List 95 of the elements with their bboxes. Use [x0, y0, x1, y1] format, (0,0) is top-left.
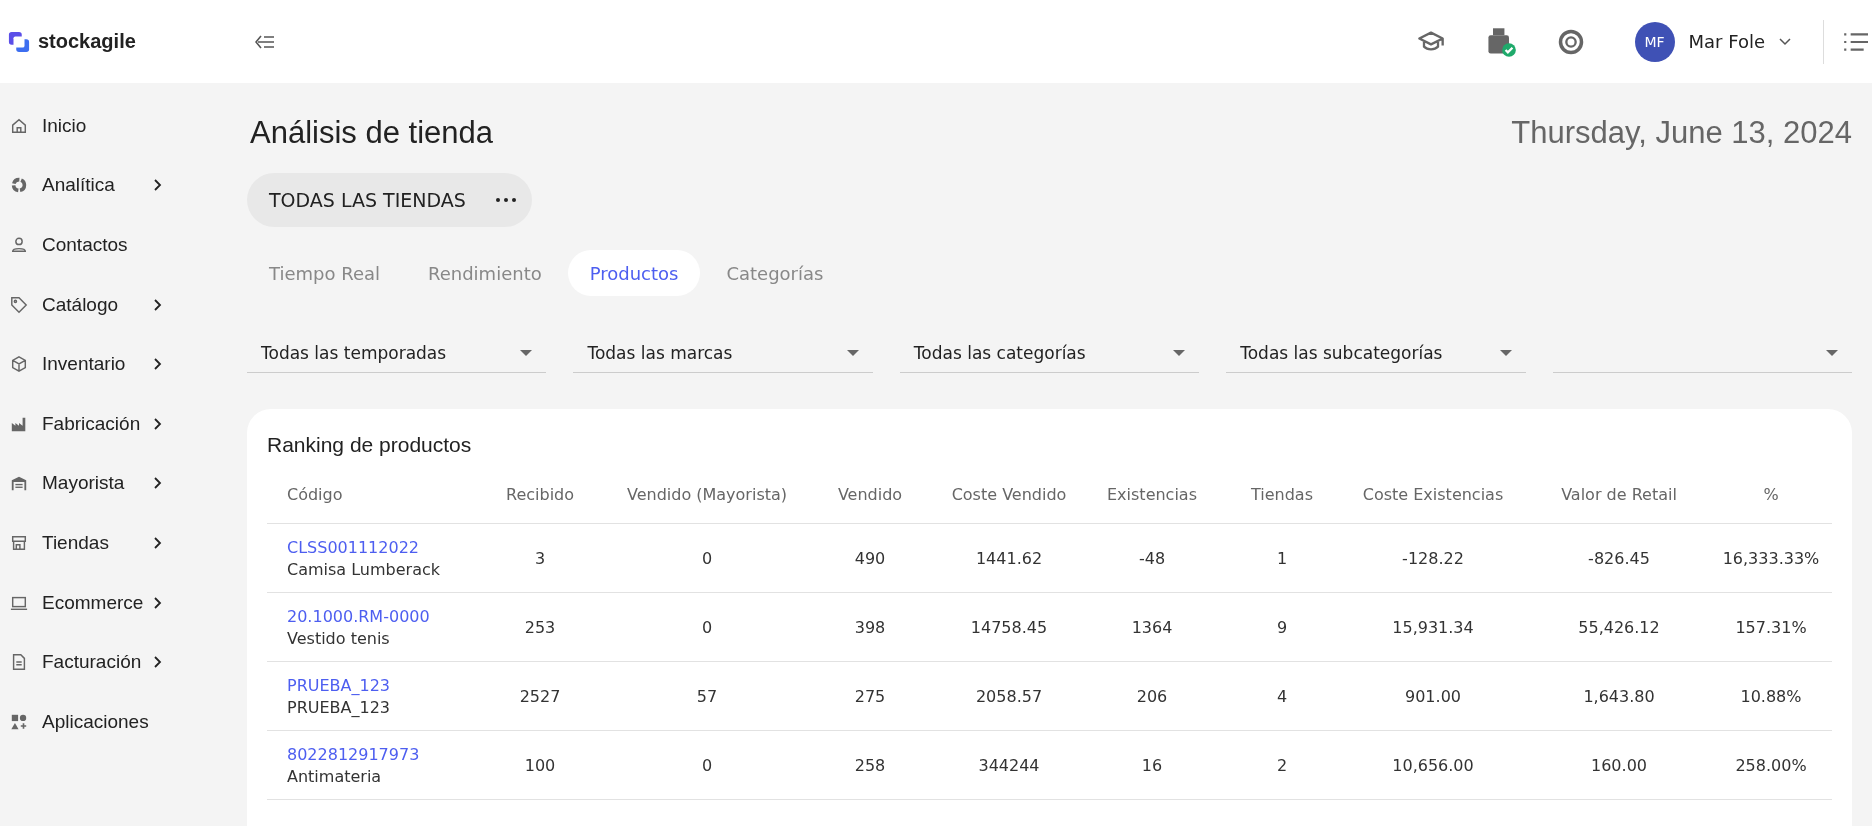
product-name: Vestido tenis [287, 628, 390, 648]
table-cell-text: 206 [1135, 686, 1169, 706]
column-header: Coste Vendido [950, 485, 1068, 504]
filter-dropdown[interactable]: Todas las categorías [899, 334, 1200, 373]
table-cell-text: -826.45 [1587, 548, 1651, 568]
table-cell-text: -128.22 [1401, 548, 1465, 568]
table-cell-text: 275 [853, 686, 887, 706]
table-cell-text: 2058.57 [974, 686, 1044, 706]
sidebar-item[interactable]: Analítica [0, 155, 245, 216]
column-header: Vendido [836, 485, 904, 504]
table-cell-text: -48 [1137, 548, 1167, 568]
table-cell-text: 157.31% [1734, 617, 1808, 637]
sidebar-item[interactable]: Inventario [0, 334, 245, 394]
table-cell-text: 0 [700, 548, 714, 568]
table-cell-text: 2 [1275, 755, 1289, 775]
collapse-menu-icon[interactable] [255, 34, 275, 49]
sidebar-item[interactable]: Mayorista [0, 453, 245, 514]
table-cell-text: 100 [523, 755, 557, 775]
table-cell-text: 160.00 [1590, 755, 1648, 775]
table-cell-text: 0 [700, 617, 714, 637]
filter-dropdown[interactable]: Todas las temporadas [247, 334, 547, 373]
table-cell-text: 10.88% [1739, 686, 1803, 706]
table-cell-text: 16,333.33% [1721, 548, 1821, 568]
column-header: % [1762, 485, 1780, 504]
filter-dropdown[interactable]: Todas las subcategorías [1226, 334, 1526, 373]
table-cell-text: 55,426.12 [1577, 617, 1661, 637]
product-code-link[interactable]: 20.1000.RM-0000 [287, 606, 430, 626]
warehouse-icon [10, 474, 28, 493]
sidebar-item[interactable]: Ecommerce [0, 572, 245, 633]
document-icon [10, 653, 28, 672]
dropdown-caret-icon [1826, 350, 1839, 356]
table-cell-text: 15,931.34 [1391, 617, 1475, 637]
table-cell-text: 4 [1275, 686, 1289, 706]
table-cell-text: 0 [700, 755, 714, 775]
dropdown-caret-icon [1173, 350, 1186, 356]
table-cell-text: 1,643.80 [1582, 686, 1656, 706]
column-header: Existencias [1106, 485, 1198, 504]
dropdown-caret-icon [1499, 350, 1512, 356]
column-header: Tiendas [1250, 485, 1314, 504]
store-selector[interactable]: TODAS LAS TIENDAS [247, 173, 532, 227]
column-header: Valor de Retail [1560, 485, 1678, 504]
page-title: Análisis de tienda [250, 115, 493, 151]
logo-icon [8, 30, 30, 53]
sidebar-item[interactable]: Inicio [0, 96, 245, 156]
product-code-link[interactable]: CLSS001112022 [287, 537, 419, 557]
table-cell-text: 1 [1275, 548, 1289, 568]
table-cell-text: 344244 [977, 755, 1041, 775]
table-cell-text: 258 [853, 755, 887, 775]
tag-icon [10, 295, 28, 314]
card-title: Ranking de productos [267, 433, 473, 457]
product-name: Camisa Lumberack [287, 559, 441, 579]
column-header: Código [286, 485, 344, 504]
tab[interactable]: Productos [567, 250, 701, 296]
table-cell-text: 9 [1275, 617, 1289, 637]
table-cell-text: 901.00 [1404, 686, 1462, 706]
table-cell-text: 1441.62 [974, 548, 1044, 568]
table-cell-text: 398 [853, 617, 887, 637]
sidebar-item[interactable]: Fabricación [0, 393, 245, 454]
sidebar-item[interactable]: Catálogo [0, 274, 245, 335]
storefront-icon [10, 533, 28, 552]
chevron-down-icon[interactable] [1779, 37, 1791, 46]
table-cell-text: 57 [695, 686, 719, 706]
table-cell-text: 2527 [518, 686, 562, 706]
column-header: Recibido [505, 485, 575, 504]
more-options-icon[interactable] [495, 198, 516, 202]
donut-chart-icon [10, 176, 28, 195]
sidebar-item[interactable]: Contactos [0, 215, 245, 275]
house-icon [10, 116, 28, 135]
product-name: Antimateria [287, 766, 382, 786]
table-cell-text: 258.00% [1734, 755, 1808, 775]
table-cell-text: 1364 [1130, 617, 1174, 637]
table-cell-text: 490 [853, 548, 887, 568]
table-cell-text: 16 [1140, 755, 1164, 775]
user-name[interactable]: Mar Fole [1688, 31, 1765, 52]
table-cell-text: 3 [533, 548, 547, 568]
column-header: Coste Existencias [1361, 485, 1505, 504]
table-cell-text: 10,656.00 [1391, 755, 1475, 775]
product-code-link[interactable]: 8022812917973 [287, 744, 420, 764]
table-cell-text: 253 [523, 617, 557, 637]
brand-name: stockagile [38, 30, 136, 53]
shapes-icon [10, 712, 28, 731]
filter-dropdown[interactable]: Todas las marcas [573, 334, 873, 373]
sidebar-item[interactable]: Facturación [0, 632, 245, 692]
sidebar-item[interactable]: Aplicaciones [0, 691, 245, 752]
product-code-link[interactable]: PRUEBA_123 [287, 675, 391, 695]
dropdown-caret-icon [846, 350, 859, 356]
table-cell-text: 14758.45 [969, 617, 1049, 637]
box-icon [10, 355, 28, 374]
column-header: Vendido (Mayorista) [625, 485, 789, 504]
sidebar-item[interactable]: Tiendas [0, 513, 245, 573]
user-avatar[interactable]: MF [1634, 21, 1675, 62]
product-name: PRUEBA_123 [287, 697, 391, 717]
current-date: Thursday, June 13, 2024 [1511, 115, 1852, 151]
dropdown-caret-icon [520, 350, 533, 356]
person-icon [10, 236, 28, 254]
